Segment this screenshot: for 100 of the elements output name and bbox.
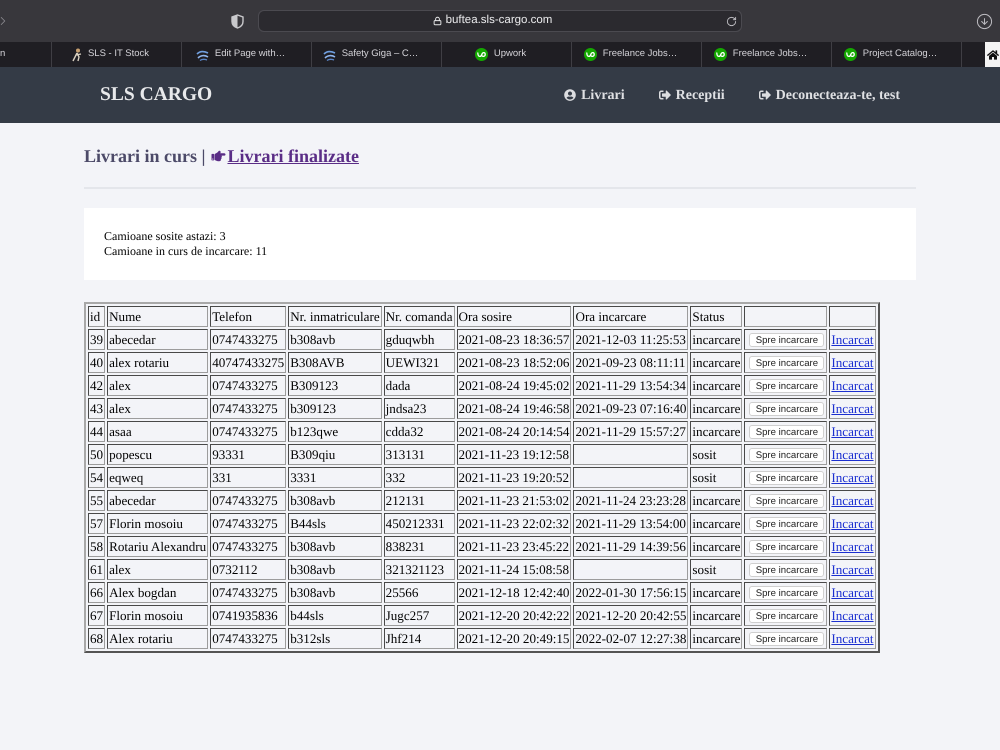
table-cell: 332	[384, 467, 455, 488]
table-cell: 40	[88, 352, 106, 373]
table-cell: 39	[88, 329, 106, 350]
table-cell: 68	[88, 628, 106, 649]
table-cell: incarcare	[690, 398, 742, 419]
to-loading-button[interactable]: Spre incarcare	[749, 425, 824, 440]
loaded-link[interactable]: Incarcat	[831, 470, 874, 485]
figure-icon	[72, 48, 82, 62]
table-cell: Jugc257	[384, 605, 455, 626]
table-cell: 2021-11-23 22:02:32	[456, 513, 572, 534]
loaded-link[interactable]: Incarcat	[831, 608, 874, 623]
to-loading-button[interactable]: Spre incarcare	[749, 632, 824, 646]
table-cell: sosit	[690, 467, 742, 488]
table-cell: jndsa23	[384, 398, 455, 419]
table-cell: Rotariu Alexandru	[107, 536, 208, 557]
table-cell: 50	[88, 444, 106, 465]
table-cell: incarcare	[690, 329, 742, 350]
loaded-link[interactable]: Incarcat	[831, 562, 874, 577]
circle-logo-icon	[584, 48, 597, 61]
table-cell: 2021-08-24 19:45:02	[456, 375, 572, 396]
finished-deliveries-link[interactable]: Livrari finalizate	[227, 142, 359, 170]
table-cell: abecedar	[107, 490, 208, 511]
table-cell: incarcare	[690, 628, 742, 649]
table-cell: 2021-11-29 13:54:34	[573, 375, 688, 396]
table-cell: incarcare	[690, 582, 742, 603]
brand-title[interactable]: SLS CARGO	[100, 80, 212, 110]
swoosh-icon	[196, 48, 209, 61]
loaded-link[interactable]: Incarcat	[831, 424, 874, 439]
reload-icon[interactable]	[726, 16, 737, 26]
table-cell: 2021-08-23 18:52:06	[456, 352, 572, 373]
loaded-link[interactable]: Incarcat	[831, 332, 874, 347]
to-loading-button[interactable]: Spre incarcare	[749, 517, 824, 532]
loaded-link[interactable]: Incarcat	[831, 630, 874, 646]
table-cell: b44sls	[288, 605, 382, 626]
nav-link[interactable]: Livrari	[564, 84, 625, 106]
table-cell: 2021-12-20 20:42:22	[456, 605, 572, 626]
table-cell: 0747433275	[210, 398, 286, 419]
to-loading-button[interactable]: Spre incarcare	[749, 471, 824, 486]
circle-logo-icon	[844, 48, 857, 61]
table-cell: 2022-02-07 12:27:38	[573, 628, 688, 649]
loaded-link[interactable]: Incarcat	[831, 446, 874, 462]
table-cell: 2021-11-23 19:20:52	[456, 467, 572, 488]
loaded-link[interactable]: Incarcat	[831, 378, 874, 393]
column-header: id	[88, 306, 106, 327]
loaded-link[interactable]: Incarcat	[831, 492, 874, 508]
column-header: Nr. inmatriculare	[288, 306, 382, 327]
column-header: Ora incarcare	[573, 306, 688, 327]
download-icon[interactable]	[976, 12, 993, 30]
swoosh-icon	[322, 48, 336, 61]
table-cell: 212131	[384, 490, 455, 511]
url-text: buftea.sls-cargo.com	[446, 13, 552, 28]
table-cell: 57	[88, 513, 106, 534]
table-cell: 0747433275	[210, 375, 286, 396]
to-loading-button[interactable]: Spre incarcare	[749, 333, 824, 348]
table-cell: alex rotariu	[107, 352, 208, 373]
pointing-hand-icon	[210, 149, 228, 163]
table-cell: 0747433275	[210, 582, 286, 603]
lock-icon	[432, 16, 442, 26]
to-loading-button[interactable]: Spre incarcare	[749, 402, 824, 416]
to-loading-button[interactable]: Spre incarcare	[749, 609, 824, 624]
loaded-link[interactable]: Incarcat	[831, 400, 874, 416]
table-cell: sosit	[690, 559, 742, 580]
table-cell: 0747433275	[210, 490, 286, 511]
loaded-link[interactable]: Incarcat	[831, 516, 874, 531]
nav-link[interactable]: Receptii	[658, 84, 725, 106]
table-cell: Florin mosoiu	[107, 605, 208, 626]
column-header: Ora sosire	[456, 306, 572, 327]
table-cell: b309123	[288, 398, 382, 419]
loaded-link[interactable]: Incarcat	[831, 538, 874, 554]
table-cell: popescu	[107, 444, 208, 465]
to-loading-button[interactable]: Spre incarcare	[749, 540, 824, 554]
table-cell: B309123	[288, 375, 382, 396]
address-field[interactable]: buftea.sls-cargo.com	[258, 10, 742, 32]
table-cell: alex	[107, 559, 208, 580]
to-loading-button[interactable]: Spre incarcare	[749, 356, 824, 370]
table-cell: Alex rotariu	[107, 628, 208, 649]
table-cell: 40747433275	[210, 352, 286, 373]
page-heading: Livrari in curs |	[84, 144, 206, 168]
to-loading-button[interactable]: Spre incarcare	[749, 494, 824, 508]
nav-link[interactable]: Deconecteaza-te, test	[758, 84, 900, 106]
table-cell: 2021-08-24 20:14:54	[456, 421, 572, 442]
column-header: Status	[690, 306, 742, 327]
to-loading-button[interactable]: Spre incarcare	[749, 586, 824, 600]
empty-header-cell	[829, 306, 876, 327]
to-loading-button[interactable]: Spre incarcare	[749, 448, 824, 462]
table-cell: b308avb	[288, 490, 382, 511]
home-icon[interactable]	[985, 42, 1000, 67]
to-loading-button[interactable]: Spre incarcare	[749, 379, 824, 394]
table-cell: 55	[88, 490, 106, 511]
table-cell: 0741935836	[210, 605, 286, 626]
table-cell: gduqwbh	[384, 329, 455, 350]
table-cell: b308avb	[288, 536, 382, 557]
shield-icon[interactable]	[231, 14, 244, 28]
table-cell: 450212331	[384, 513, 455, 534]
table-cell: 2021-08-23 18:36:57	[456, 329, 572, 350]
loaded-link[interactable]: Incarcat	[831, 584, 874, 600]
table-cell: Florin mosoiu	[107, 513, 208, 534]
to-loading-button[interactable]: Spre incarcare	[749, 563, 824, 578]
loaded-link[interactable]: Incarcat	[831, 354, 874, 370]
table-cell: 0747433275	[210, 421, 286, 442]
